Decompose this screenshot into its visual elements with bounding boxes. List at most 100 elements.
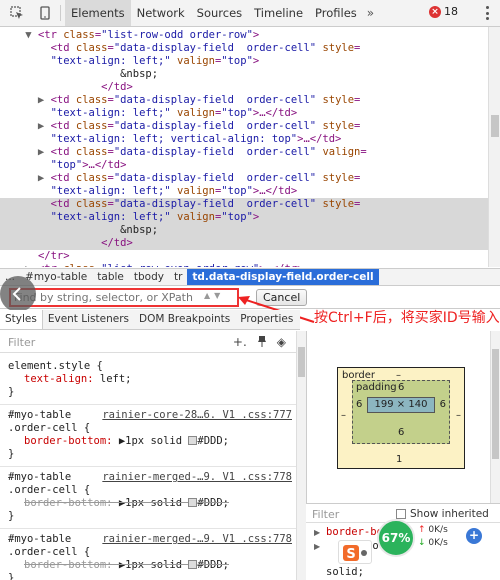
- markup-token: class: [75, 94, 108, 106]
- dom-node-line[interactable]: "text-align: left;" valign="top">: [0, 55, 488, 68]
- markup-token: style: [322, 198, 355, 210]
- markup-token: "top": [221, 55, 253, 67]
- css-selector: }: [8, 448, 15, 460]
- dom-node-line[interactable]: ▶ <tr class="list-row-even order-row">…<…: [0, 263, 488, 267]
- tab-sources[interactable]: Sources: [191, 0, 249, 26]
- expand-triangle-icon[interactable]: ▶: [0, 263, 38, 267]
- markup-token: </td>: [101, 237, 133, 249]
- inspect-element-icon[interactable]: [6, 3, 28, 23]
- color-swatch-icon[interactable]: [188, 436, 198, 445]
- markup-token: <tr: [38, 263, 63, 267]
- color-swatch-icon[interactable]: [188, 560, 198, 569]
- kebab-menu-icon[interactable]: [486, 6, 490, 20]
- dom-node-line[interactable]: &nbsp;: [0, 224, 488, 237]
- dom-node-line[interactable]: <td class = "data-display-field order-cell…: [0, 42, 488, 55]
- dom-node-line[interactable]: "text-align: left;" valign="top">…</td>: [0, 107, 488, 120]
- dom-node-line[interactable]: "text-align: left;" valign="top">: [0, 211, 488, 224]
- tab-properties[interactable]: Properties: [235, 310, 298, 329]
- dom-node-line[interactable]: </td>: [0, 237, 488, 250]
- computed-value: solid;: [326, 566, 364, 578]
- dom-node-line[interactable]: ▶ <td class = "data-display-field order-ce…: [0, 172, 488, 185]
- find-next-icon[interactable]: ▼: [214, 291, 220, 300]
- markup-token: "top": [221, 107, 253, 119]
- device-mode-icon[interactable]: [34, 3, 56, 23]
- css-source-link[interactable]: rainier-merged-…9. V1 .css:778: [102, 471, 292, 484]
- expand-triangle-icon[interactable]: ▶: [0, 120, 51, 132]
- pin-icon[interactable]: [257, 335, 267, 350]
- element-state-icon[interactable]: ◈: [277, 335, 286, 350]
- dom-node-line[interactable]: ▼ <tr class="list-row-odd order-row">: [0, 29, 488, 42]
- sogou-ime-icon[interactable]: S: [338, 540, 372, 564]
- css-rule[interactable]: rainier-merged-…9. V1 .css:778 #myo-table…: [0, 469, 296, 529]
- show-inherited-checkbox[interactable]: [396, 509, 406, 519]
- dom-node-line[interactable]: "top">…</td>: [0, 159, 488, 172]
- css-declaration[interactable]: text-align: left;: [24, 373, 131, 386]
- css-declaration[interactable]: border-bottom: ▶1px solid #DDD;: [24, 497, 229, 510]
- markup-token: =: [354, 42, 361, 54]
- tab-styles[interactable]: Styles: [0, 310, 43, 329]
- computed-filter-input[interactable]: Filter: [312, 508, 339, 521]
- css-source-link[interactable]: rainier-merged-…9. V1 .css:778: [102, 533, 292, 546]
- dom-node-line[interactable]: <td class = "data-display-field order-cell…: [0, 198, 488, 211]
- scrollbar-thumb[interactable]: [491, 115, 499, 137]
- scrollbar-thumb[interactable]: [298, 347, 305, 377]
- tab-dom-breakpoints[interactable]: DOM Breakpoints: [134, 310, 235, 329]
- markup-token: "top": [221, 185, 253, 197]
- box-model-padding[interactable]: padding 6 6 6 6 199 × 140: [352, 380, 450, 444]
- styles-filter-input[interactable]: Filter: [8, 336, 35, 349]
- tab-event-listeners[interactable]: Event Listeners: [43, 310, 134, 329]
- expand-triangle-icon[interactable]: ▶: [0, 172, 51, 184]
- breadcrumb-tr[interactable]: tr: [169, 271, 187, 283]
- dom-node-line[interactable]: </td>: [0, 81, 488, 94]
- css-selector: }: [8, 386, 15, 398]
- dom-node-line[interactable]: ▶ <td class = "data-display-field order-ce…: [0, 94, 488, 107]
- dom-node-line[interactable]: "text-align: left; vertical-align: top">…: [0, 133, 488, 146]
- color-swatch-icon[interactable]: [188, 498, 198, 507]
- markup-token: "data-display-field order-cell": [113, 42, 317, 54]
- breadcrumb-table[interactable]: table: [92, 271, 129, 283]
- expand-triangle-icon[interactable]: ▼: [0, 29, 38, 41]
- elements-scrollbar[interactable]: [488, 27, 500, 267]
- markup-token: <td: [50, 198, 76, 210]
- expand-triangle-icon[interactable]: ▶: [0, 94, 51, 106]
- dom-node-line[interactable]: "text-align: left;" valign="top">…</td>: [0, 185, 488, 198]
- css-declaration[interactable]: border-bottom: ▶1px solid #DDD;: [24, 559, 229, 572]
- box-model-border[interactable]: border – – – 1 padding 6 6 6 6 199 × 140: [337, 367, 465, 469]
- dom-node-line[interactable]: ▶ <td class = "data-display-field order-ce…: [0, 146, 488, 159]
- styles-scrollbar[interactable]: [296, 331, 306, 580]
- dom-node-line[interactable]: &nbsp;: [0, 68, 488, 81]
- error-counter[interactable]: × 18: [429, 5, 458, 18]
- tab-network[interactable]: Network: [131, 0, 191, 26]
- box-model-scrollbar[interactable]: [490, 331, 500, 503]
- css-declaration[interactable]: border-bottom: ▶1px solid #DDD;: [24, 435, 229, 448]
- more-tabs-button[interactable]: »: [367, 6, 374, 20]
- tab-timeline[interactable]: Timeline: [248, 0, 309, 26]
- box-model-content[interactable]: 199 × 140: [367, 397, 435, 413]
- expand-triangle-icon[interactable]: ▶: [0, 146, 51, 158]
- back-navigation-icon[interactable]: [0, 276, 36, 312]
- css-rule[interactable]: rainier-merged-…9. V1 .css:778 #myo-table…: [0, 531, 296, 580]
- css-selector: .order-cell {: [8, 422, 91, 434]
- css-rule[interactable]: rainier-core-28…6. V1 .css:777 #myo-table…: [0, 407, 296, 467]
- scrollbar-thumb[interactable]: [492, 349, 499, 459]
- css-rule[interactable]: element.style {text-align: left;}: [0, 358, 296, 405]
- markup-token: >…</td>: [297, 133, 342, 145]
- speed-meter-badge[interactable]: 67%: [377, 519, 415, 557]
- expand-triangle-icon[interactable]: ▶: [314, 528, 320, 537]
- dom-node-line[interactable]: </tr>: [0, 250, 488, 263]
- breadcrumb-tbody[interactable]: tbody: [129, 271, 169, 283]
- breadcrumb-td[interactable]: td.data-display-field.order-cell: [187, 269, 379, 285]
- plus-button[interactable]: +: [466, 528, 482, 544]
- expand-triangle-icon[interactable]: ▶: [314, 542, 320, 551]
- find-prev-icon[interactable]: ▲: [204, 291, 210, 300]
- markup-token: class: [63, 29, 95, 41]
- markup-token: class: [75, 120, 108, 132]
- tab-elements[interactable]: Elements: [65, 0, 131, 26]
- markup-token: "list-row-odd order-row": [101, 29, 253, 41]
- tab-profiles[interactable]: Profiles: [309, 0, 363, 26]
- css-source-link[interactable]: rainier-core-28…6. V1 .css:777: [102, 409, 292, 422]
- dom-node-line[interactable]: ▶ <td class = "data-display-field order-ce…: [0, 120, 488, 133]
- new-rule-icon[interactable]: +.: [233, 335, 247, 350]
- markup-token: &nbsp;: [120, 224, 159, 236]
